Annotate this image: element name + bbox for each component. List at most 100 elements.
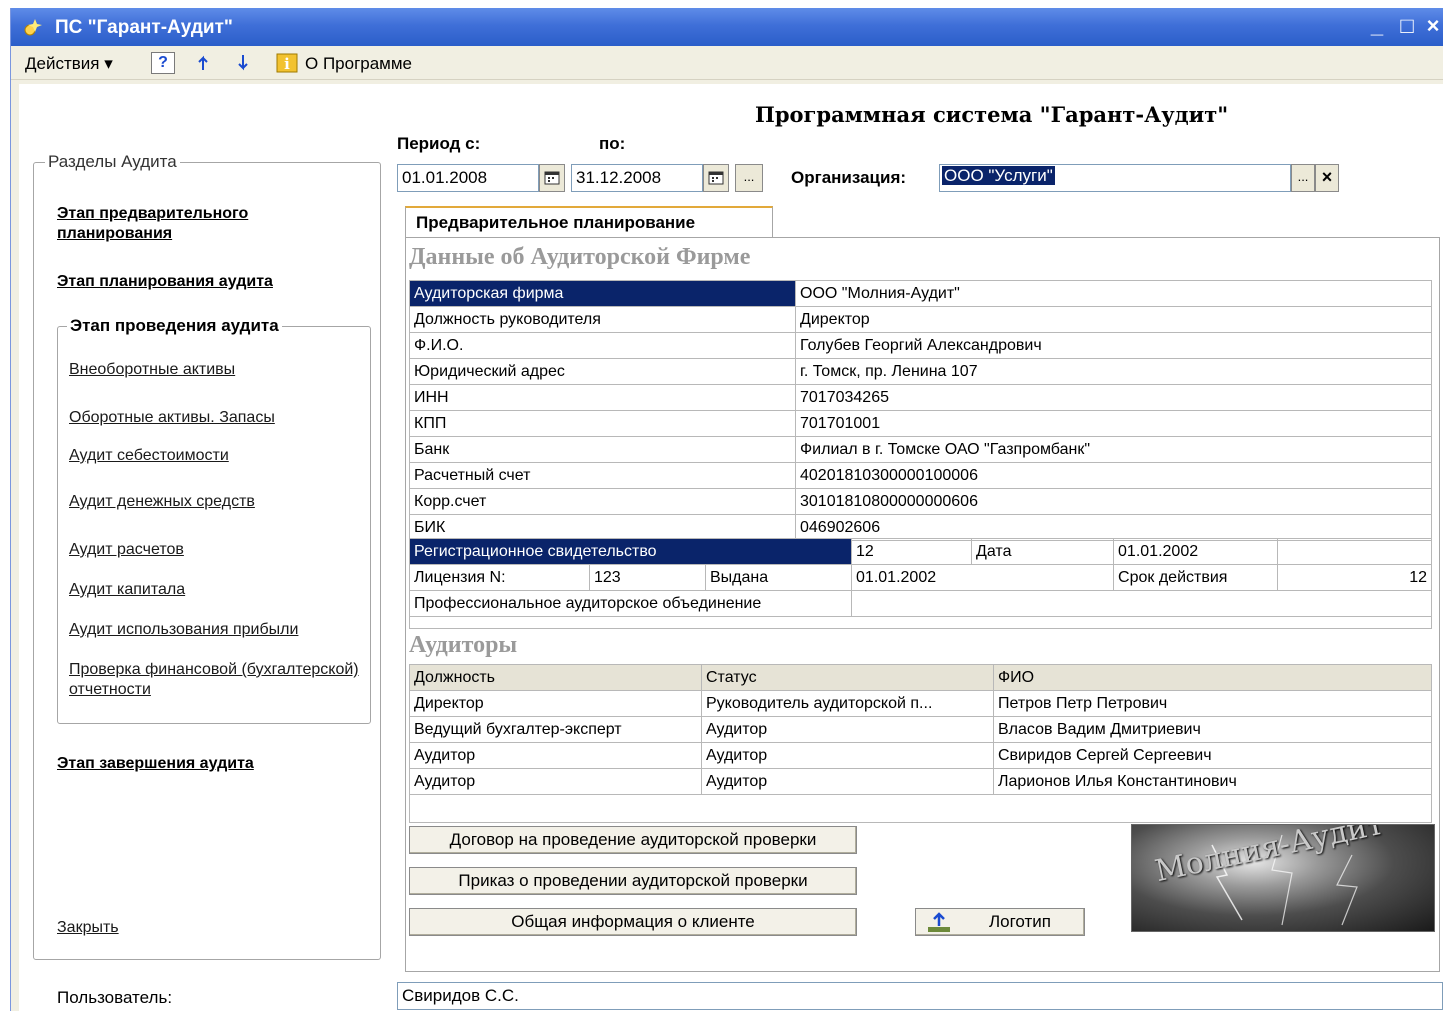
reg-certificate-label[interactable]: Регистрационное свидетельство xyxy=(408,538,853,565)
nav-stage-completion[interactable]: Этап завершения аудита xyxy=(57,754,254,774)
nav-stage-preplanning[interactable]: Этап предварительного планирования xyxy=(57,204,357,244)
nav-settlements-audit[interactable]: Аудит расчетов xyxy=(69,540,184,560)
organization-input[interactable]: ООО "Услуги" xyxy=(939,164,1291,192)
firm-field-value[interactable]: 7017034265 xyxy=(795,384,1432,411)
auditor-cell[interactable]: Директор xyxy=(409,690,702,717)
firm-data-row: Расчетный счет 40201810300000100006 xyxy=(409,462,1432,489)
auditor-cell[interactable]: Аудитор xyxy=(701,716,994,743)
reg-empty-cell[interactable] xyxy=(1277,538,1433,565)
close-link[interactable]: Закрыть xyxy=(57,918,119,938)
auditor-cell[interactable]: Руководитель аудиторской п... xyxy=(701,690,994,717)
firm-data-row: Банк Филиал в г. Томске ОАО "Газпромбанк" xyxy=(409,436,1432,463)
go-up-icon[interactable] xyxy=(195,52,219,74)
organization-clear-button[interactable]: × xyxy=(1315,164,1339,192)
organization-label: Организация: xyxy=(791,168,907,187)
auditor-cell[interactable]: Ведущий бухгалтер-эксперт xyxy=(409,716,702,743)
nav-stage-planning[interactable]: Этап планирования аудита xyxy=(57,272,273,292)
firm-field-value[interactable]: 046902606 xyxy=(795,514,1432,541)
firm-data-row: Юридический адрес г. Томск, пр. Ленина 10… xyxy=(409,358,1432,385)
firm-field-value[interactable]: г. Томск, пр. Ленина 107 xyxy=(795,358,1432,385)
auditor-cell[interactable]: Аудитор xyxy=(701,768,994,795)
about-menu-item[interactable]: О Программе xyxy=(305,54,412,74)
column-header-name[interactable]: ФИО xyxy=(993,664,1432,691)
reg-number-cell[interactable]: 12 xyxy=(851,538,973,565)
association-cell[interactable] xyxy=(851,590,1433,617)
firm-field-label[interactable]: Корр.счет xyxy=(409,488,796,515)
close-window-button[interactable]: × xyxy=(1419,14,1443,38)
firm-field-value[interactable]: 40201810300000100006 xyxy=(795,462,1432,489)
logo-button[interactable]: Логотип xyxy=(915,908,1085,936)
license-row: Лицензия N: 123 Выдана 01.01.2002 Срок д… xyxy=(409,564,1433,591)
tab-preliminary-planning[interactable]: Предварительное планирование xyxy=(405,206,773,238)
go-down-icon[interactable] xyxy=(233,52,257,74)
calendar-from-button[interactable] xyxy=(539,164,565,192)
organization-select-button[interactable]: ... xyxy=(1291,164,1315,192)
nav-cost-audit[interactable]: Аудит себестоимости xyxy=(69,446,229,466)
period-to-label: по: xyxy=(599,134,626,153)
nav-financial-statements[interactable]: Проверка финансовой (бухгалтерской) отче… xyxy=(69,660,359,700)
auditor-cell[interactable]: Свиридов Сергей Сергеевич xyxy=(993,742,1432,769)
license-number-cell[interactable]: 123 xyxy=(589,564,706,591)
nav-noncurrent-assets[interactable]: Внеоборотные активы xyxy=(69,360,235,380)
issued-label: Выдана xyxy=(704,564,853,591)
nav-current-assets[interactable]: Оборотные активы. Запасы xyxy=(69,408,275,428)
firm-field-label[interactable]: Банк xyxy=(409,436,796,463)
auditor-cell[interactable]: Аудитор xyxy=(701,742,994,769)
info-icon[interactable]: i xyxy=(275,52,299,74)
auditor-cell[interactable]: Аудитор xyxy=(409,742,702,769)
nav-profit-audit[interactable]: Аудит использования прибыли xyxy=(69,620,298,640)
issued-date-cell[interactable]: 01.01.2002 xyxy=(851,564,1115,591)
firm-field-label[interactable]: КПП xyxy=(409,410,796,437)
period-to-input[interactable]: 31.12.2008 xyxy=(571,164,703,192)
auditor-row[interactable]: Директор Руководитель аудиторской п... Пет… xyxy=(409,690,1432,717)
client-info-button[interactable]: Общая информация о клиенте xyxy=(409,908,857,936)
auditor-row[interactable]: Аудитор Аудитор Свиридов Сергей Сергеевич xyxy=(409,742,1432,769)
order-button[interactable]: Приказ о проведении аудиторской проверки xyxy=(409,867,857,895)
auditor-row[interactable]: Ведущий бухгалтер-эксперт Аудитор Власов В… xyxy=(409,716,1432,743)
firm-field-label[interactable]: Ф.И.О. xyxy=(409,332,796,359)
column-header-status[interactable]: Статус xyxy=(701,664,994,691)
help-icon[interactable]: ? xyxy=(151,52,175,74)
validity-cell[interactable]: 12 xyxy=(1277,564,1433,591)
period-select-button[interactable]: ... xyxy=(735,164,763,192)
auditor-cell[interactable]: Власов Вадим Дмитриевич xyxy=(993,716,1432,743)
auditor-cell[interactable]: Петров Петр Петрович xyxy=(993,690,1432,717)
firm-field-label[interactable]: Должность руководителя xyxy=(409,306,796,333)
nav-capital-audit[interactable]: Аудит капитала xyxy=(69,580,185,600)
column-header-position[interactable]: Должность xyxy=(409,664,702,691)
firm-field-label[interactable]: ИНН xyxy=(409,384,796,411)
firm-data-row: Корр.счет 30101810800000000606 xyxy=(409,488,1432,515)
firm-field-value[interactable]: ООО "Молния-Аудит" xyxy=(795,280,1432,307)
main-form: Программная система "Гарант-Аудит" Разде… xyxy=(19,84,1443,1011)
auditors-table: Должность Статус ФИО Директор Руководител… xyxy=(409,664,1432,823)
auditor-cell[interactable]: Аудитор xyxy=(409,768,702,795)
nav-cash-audit[interactable]: Аудит денежных средств xyxy=(69,492,255,512)
contract-button[interactable]: Договор на проведение аудиторской провер… xyxy=(409,826,857,854)
title-bar[interactable]: ПС "Гарант-Аудит" _ □ × xyxy=(11,8,1443,46)
firm-field-value[interactable]: Директор xyxy=(795,306,1432,333)
firm-field-label[interactable]: Расчетный счет xyxy=(409,462,796,489)
firm-data-table: Аудиторская фирма ООО "Молния-Аудит" Должн… xyxy=(409,280,1432,541)
user-field[interactable]: Свиридов С.С. xyxy=(397,982,1443,1010)
firm-field-label[interactable]: Аудиторская фирма xyxy=(409,280,796,307)
period-from-input[interactable]: 01.01.2008 xyxy=(397,164,539,192)
minimize-button[interactable]: _ xyxy=(1363,14,1391,38)
actions-menu[interactable]: Действия ▾ xyxy=(25,54,113,74)
firm-field-value[interactable]: Голубев Георгий Александрович xyxy=(795,332,1432,359)
help-glyph: ? xyxy=(158,54,168,71)
firm-field-value[interactable]: Филиал в г. Томске ОАО "Газпромбанк" xyxy=(795,436,1432,463)
auditors-section-title: Аудиторы xyxy=(409,632,518,658)
maximize-button[interactable]: □ xyxy=(1393,14,1421,38)
registration-row: Регистрационное свидетельство 12 Дата 01… xyxy=(408,538,1433,565)
calendar-to-button[interactable] xyxy=(703,164,729,192)
firm-field-label[interactable]: БИК xyxy=(409,514,796,541)
auditor-cell[interactable]: Ларионов Илья Константинович xyxy=(993,768,1432,795)
firm-section-title: Данные об Аудиторской Фирме xyxy=(409,244,751,270)
license-label: Лицензия N: xyxy=(409,564,590,591)
reg-date-cell[interactable]: 01.01.2002 xyxy=(1113,538,1279,565)
auditor-row[interactable]: Аудитор Аудитор Ларионов Илья Константинов… xyxy=(409,768,1432,795)
firm-field-value[interactable]: 701701001 xyxy=(795,410,1432,437)
association-label: Профессиональное аудиторское объединение xyxy=(408,590,853,617)
firm-field-value[interactable]: 30101810800000000606 xyxy=(795,488,1432,515)
firm-field-label[interactable]: Юридический адрес xyxy=(409,358,796,385)
